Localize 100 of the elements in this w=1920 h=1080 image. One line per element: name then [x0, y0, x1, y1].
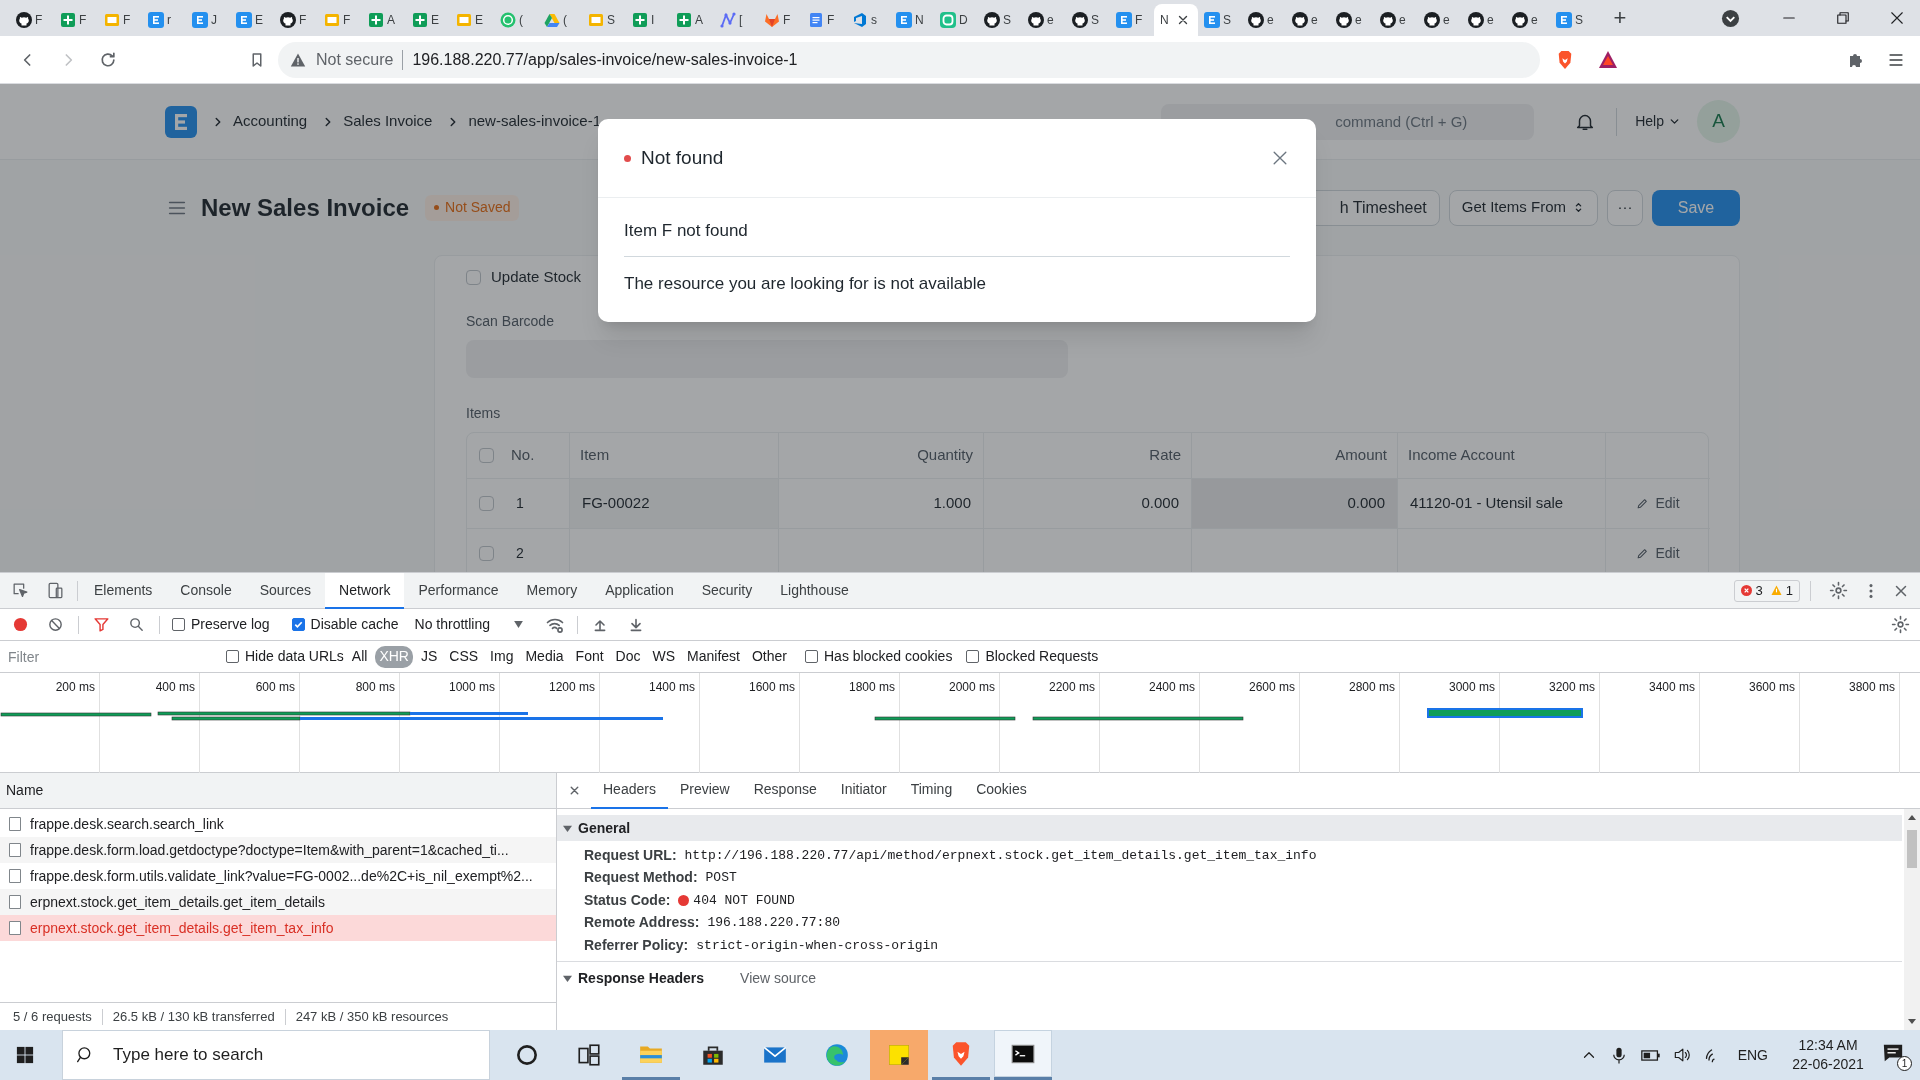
- expand-triangle-icon[interactable]: [563, 823, 572, 833]
- record-button[interactable]: [13, 617, 28, 632]
- type-filter-button[interactable]: All: [347, 645, 372, 668]
- throttling-dropdown[interactable]: No throttling: [414, 614, 523, 635]
- browser-tab[interactable]: F: [1110, 4, 1154, 36]
- request-row[interactable]: erpnext.stock.get_item_details.get_item_details: [0, 889, 556, 915]
- security-label[interactable]: Not secure: [316, 47, 394, 72]
- help-menu[interactable]: Help: [1635, 111, 1681, 132]
- browser-tab[interactable]: e: [1374, 4, 1418, 36]
- browser-tab[interactable]: F: [274, 4, 318, 36]
- browser-tab[interactable]: e: [1286, 4, 1330, 36]
- dropdown-button[interactable]: Get Items From: [1448, 189, 1598, 226]
- browser-tab[interactable]: N: [890, 4, 934, 36]
- request-row[interactable]: erpnext.stock.get_item_details.get_item_tax_info: [0, 915, 556, 941]
- devtools-tab[interactable]: Console: [166, 572, 246, 609]
- browser-tab[interactable]: e: [1242, 4, 1286, 36]
- type-filter-button[interactable]: CSS: [445, 645, 483, 668]
- browser-tab[interactable]: F: [758, 4, 802, 36]
- browser-tab[interactable]: e: [1022, 4, 1066, 36]
- language-indicator[interactable]: ENG: [1737, 1044, 1768, 1066]
- browser-tab[interactable]: E: [406, 4, 450, 36]
- view-source-link[interactable]: View source: [740, 968, 817, 989]
- browser-tab[interactable]: F: [802, 4, 846, 36]
- edit-button[interactable]: Edit: [1636, 493, 1680, 514]
- restore-icon[interactable]: [1834, 9, 1852, 27]
- edit-button[interactable]: Edit: [1636, 543, 1680, 564]
- browser-tab[interactable]: A: [670, 4, 714, 36]
- browser-tab[interactable]: F: [318, 4, 362, 36]
- address-bar[interactable]: Not secure 196.188.220.77/app/sales-invoice/new-sales-invoice-1: [278, 41, 1540, 78]
- detail-tab[interactable]: Initiator: [828, 772, 899, 809]
- browser-tab[interactable]: F: [54, 4, 98, 36]
- type-filter-button[interactable]: Font: [571, 645, 608, 668]
- tab-search-icon[interactable]: [1721, 9, 1740, 28]
- checkbox[interactable]: [291, 618, 305, 631]
- search-icon[interactable]: [128, 616, 145, 633]
- issues-counter-button[interactable]: 3 1: [1733, 579, 1800, 602]
- devtools-tab[interactable]: Sources: [245, 572, 326, 609]
- checkbox[interactable]: [479, 546, 494, 561]
- search-field[interactable]: Type here to search: [62, 1030, 490, 1080]
- more-button[interactable]: ···: [1607, 189, 1643, 226]
- breadcrumb-link[interactable]: Accounting: [233, 110, 308, 133]
- section-heading[interactable]: General: [578, 817, 631, 839]
- download-icon[interactable]: [628, 616, 644, 633]
- devtools-tab[interactable]: Memory: [512, 572, 592, 609]
- browser-tab[interactable]: D: [934, 4, 978, 36]
- detail-tab[interactable]: Response: [741, 772, 829, 809]
- breadcrumb-link[interactable]: new-sales-invoice-1: [468, 110, 601, 133]
- detail-tab[interactable]: Preview: [667, 772, 742, 809]
- devtools-tab[interactable]: Performance: [404, 572, 513, 609]
- settings-icon[interactable]: [1829, 581, 1848, 600]
- device-toggle-icon[interactable]: [46, 581, 65, 600]
- type-filter-button[interactable]: JS: [416, 645, 442, 668]
- browser-tab[interactable]: J: [186, 4, 230, 36]
- filter-icon[interactable]: [93, 616, 110, 633]
- browser-tab[interactable]: s: [846, 4, 890, 36]
- triangle-logo-icon[interactable]: [1598, 49, 1618, 70]
- scrollbar[interactable]: [1904, 809, 1920, 1030]
- browser-tab[interactable]: N: [1154, 4, 1198, 36]
- checkbox[interactable]: [466, 269, 481, 285]
- settings-icon[interactable]: [1891, 615, 1910, 634]
- type-filter-button[interactable]: Other: [748, 645, 791, 668]
- clear-icon[interactable]: [47, 616, 64, 633]
- notification-icon[interactable]: [1882, 1042, 1904, 1064]
- browser-tab[interactable]: S: [1066, 4, 1110, 36]
- checkbox[interactable]: [479, 448, 494, 463]
- browser-tab[interactable]: e: [1330, 4, 1374, 36]
- browser-tab[interactable]: (: [494, 4, 538, 36]
- shield-logo-icon[interactable]: [1556, 49, 1574, 70]
- close-icon[interactable]: [568, 784, 581, 797]
- browser-tab[interactable]: S: [582, 4, 626, 36]
- detail-tab[interactable]: Headers: [591, 772, 668, 809]
- type-filter-button[interactable]: WS: [648, 645, 680, 668]
- browser-tab[interactable]: [: [714, 4, 758, 36]
- checkbox[interactable]: [966, 650, 980, 663]
- browser-tab[interactable]: (: [538, 4, 582, 36]
- checkbox[interactable]: [479, 496, 494, 511]
- browser-tab[interactable]: e: [1506, 4, 1550, 36]
- browser-tab[interactable]: S: [1198, 4, 1242, 36]
- microphone-icon[interactable]: [1611, 1045, 1626, 1065]
- browser-tab[interactable]: F: [10, 4, 54, 36]
- scrollbar-thumb[interactable]: [1907, 830, 1917, 868]
- clock-date[interactable]: 22-06-2021: [1792, 1055, 1864, 1074]
- new-tab-button[interactable]: +: [1602, 2, 1638, 34]
- checkbox[interactable]: [805, 650, 818, 663]
- scroll-down-icon[interactable]: [1908, 1019, 1916, 1024]
- checkbox[interactable]: [226, 650, 239, 663]
- taskbar-app-button[interactable]: [994, 1030, 1052, 1080]
- devtools-tab[interactable]: Elements: [80, 572, 167, 609]
- devtools-tab[interactable]: Security: [687, 572, 767, 609]
- browser-tab[interactable]: I: [626, 4, 670, 36]
- inspect-icon[interactable]: [11, 581, 30, 600]
- battery-icon[interactable]: [1639, 1047, 1662, 1063]
- expand-triangle-icon[interactable]: [563, 974, 572, 983]
- section-heading[interactable]: Response Headers: [578, 968, 705, 989]
- app-logo-icon[interactable]: [165, 105, 197, 138]
- request-row[interactable]: frappe.desk.form.load.getdoctype?doctype=Item&with_parent=1&cached_ti...: [0, 837, 556, 863]
- type-filter-button[interactable]: Media: [521, 645, 568, 668]
- clock-time[interactable]: 12:34 AM: [1798, 1036, 1858, 1055]
- devtools-tab[interactable]: Network: [325, 572, 405, 609]
- devtools-tab[interactable]: Lighthouse: [766, 572, 863, 609]
